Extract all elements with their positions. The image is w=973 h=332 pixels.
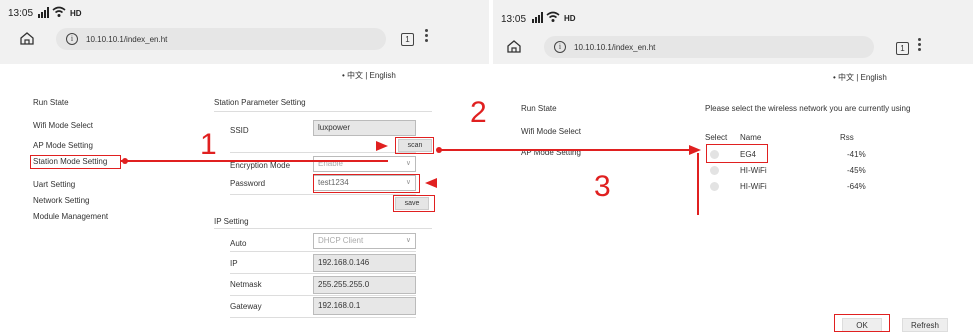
url-text: 10.10.10.1/index_en.ht bbox=[86, 34, 168, 44]
ssid-label: SSID bbox=[230, 126, 249, 135]
url-bar[interactable]: i 10.10.10.1/index_en.ht bbox=[544, 36, 874, 58]
ssid-field[interactable]: luxpower bbox=[313, 120, 416, 136]
network-rss: -41% bbox=[847, 150, 866, 159]
connector-line bbox=[121, 160, 388, 162]
menu-run-state[interactable]: Run State bbox=[33, 98, 69, 107]
arrow-right-icon bbox=[689, 145, 701, 155]
tab-count-icon[interactable]: 1 bbox=[896, 42, 909, 55]
encryption-mode-select[interactable]: Enable ∨ bbox=[313, 156, 416, 172]
status-time: 13:05 bbox=[501, 14, 527, 25]
column-header-rss: Rss bbox=[840, 133, 854, 142]
menu-ap-mode-setting[interactable]: AP Mode Setting bbox=[33, 141, 93, 150]
wifi-icon bbox=[52, 6, 66, 17]
ip-section-title: IP Setting bbox=[214, 217, 249, 226]
tab-count-icon[interactable]: 1 bbox=[401, 33, 414, 46]
refresh-button[interactable]: Refresh bbox=[902, 318, 948, 332]
network-name[interactable]: HI-WiFi bbox=[740, 182, 767, 191]
highlight-eg4-network bbox=[706, 144, 768, 163]
auto-select[interactable]: DHCP Client ∨ bbox=[313, 233, 416, 249]
home-icon[interactable] bbox=[507, 40, 521, 53]
auto-label: Auto bbox=[230, 239, 247, 248]
more-menu-icon[interactable] bbox=[918, 38, 921, 53]
highlight-ok-button bbox=[834, 314, 890, 332]
connector-dot bbox=[436, 147, 442, 153]
network-type-label: HD bbox=[564, 14, 576, 23]
step-number-3: 3 bbox=[594, 170, 611, 203]
netmask-label: Netmask bbox=[230, 280, 262, 289]
connector-dot bbox=[122, 158, 128, 164]
network-radio[interactable] bbox=[710, 166, 719, 175]
signal-icon bbox=[532, 12, 543, 23]
network-name[interactable]: HI-WiFi bbox=[740, 166, 767, 175]
menu-network-setting[interactable]: Network Setting bbox=[33, 196, 89, 205]
status-time: 13:05 bbox=[8, 8, 34, 19]
home-icon[interactable] bbox=[20, 32, 34, 45]
station-section-title: Station Parameter Setting bbox=[214, 98, 306, 107]
encryption-mode-label: Encryption Mode bbox=[230, 161, 291, 170]
network-radio[interactable] bbox=[710, 182, 719, 191]
wifi-icon bbox=[546, 11, 560, 22]
signal-icon bbox=[38, 7, 49, 18]
network-select-instruction: Please select the wireless network you a… bbox=[705, 104, 911, 113]
language-switch[interactable]: • 中文 | English bbox=[833, 72, 887, 83]
netmask-field[interactable]: 255.255.255.0 bbox=[313, 276, 416, 294]
network-rss: -64% bbox=[847, 182, 866, 191]
arrow-left-icon bbox=[425, 178, 437, 188]
field-divider bbox=[230, 295, 416, 296]
section-divider bbox=[214, 111, 432, 112]
network-type-label: HD bbox=[70, 9, 82, 18]
step-number-2: 2 bbox=[470, 96, 487, 129]
more-menu-icon[interactable] bbox=[425, 29, 428, 44]
connector-line bbox=[697, 153, 699, 215]
field-divider bbox=[230, 194, 416, 195]
connector-line bbox=[441, 149, 689, 151]
url-bar[interactable]: i 10.10.10.1/index_en.ht bbox=[56, 28, 386, 50]
info-icon[interactable]: i bbox=[554, 41, 566, 53]
menu-wifi-mode-select[interactable]: Wifi Mode Select bbox=[521, 127, 581, 136]
field-divider bbox=[230, 317, 416, 318]
step-number-1: 1 bbox=[200, 128, 217, 161]
highlight-scan-button bbox=[395, 137, 434, 154]
url-text: 10.10.10.1/index_en.ht bbox=[574, 42, 656, 52]
field-divider bbox=[230, 273, 416, 274]
network-rss: -45% bbox=[847, 166, 866, 175]
highlight-password-field bbox=[313, 174, 420, 193]
password-label: Password bbox=[230, 179, 266, 188]
menu-module-management[interactable]: Module Management bbox=[33, 212, 108, 221]
column-header-select: Select bbox=[705, 133, 728, 142]
gateway-label: Gateway bbox=[230, 302, 262, 311]
field-divider bbox=[230, 152, 416, 153]
info-icon[interactable]: i bbox=[66, 33, 78, 45]
menu-run-state[interactable]: Run State bbox=[521, 104, 557, 113]
highlight-station-mode bbox=[30, 155, 121, 169]
section-divider bbox=[214, 228, 432, 229]
arrow-right-icon bbox=[376, 141, 388, 151]
menu-uart-setting[interactable]: Uart Setting bbox=[33, 180, 75, 189]
ip-label: IP bbox=[230, 259, 238, 268]
auto-value: DHCP Client bbox=[318, 236, 364, 245]
language-switch[interactable]: • 中文 | English bbox=[342, 70, 396, 81]
chevron-down-icon: ∨ bbox=[405, 160, 411, 167]
menu-wifi-mode-select[interactable]: Wifi Mode Select bbox=[33, 121, 93, 130]
gateway-field[interactable]: 192.168.0.1 bbox=[313, 297, 416, 315]
field-divider bbox=[230, 251, 416, 252]
highlight-save-button bbox=[393, 195, 435, 212]
chevron-down-icon: ∨ bbox=[405, 237, 411, 244]
ip-field[interactable]: 192.168.0.146 bbox=[313, 254, 416, 272]
column-header-name: Name bbox=[740, 133, 762, 142]
